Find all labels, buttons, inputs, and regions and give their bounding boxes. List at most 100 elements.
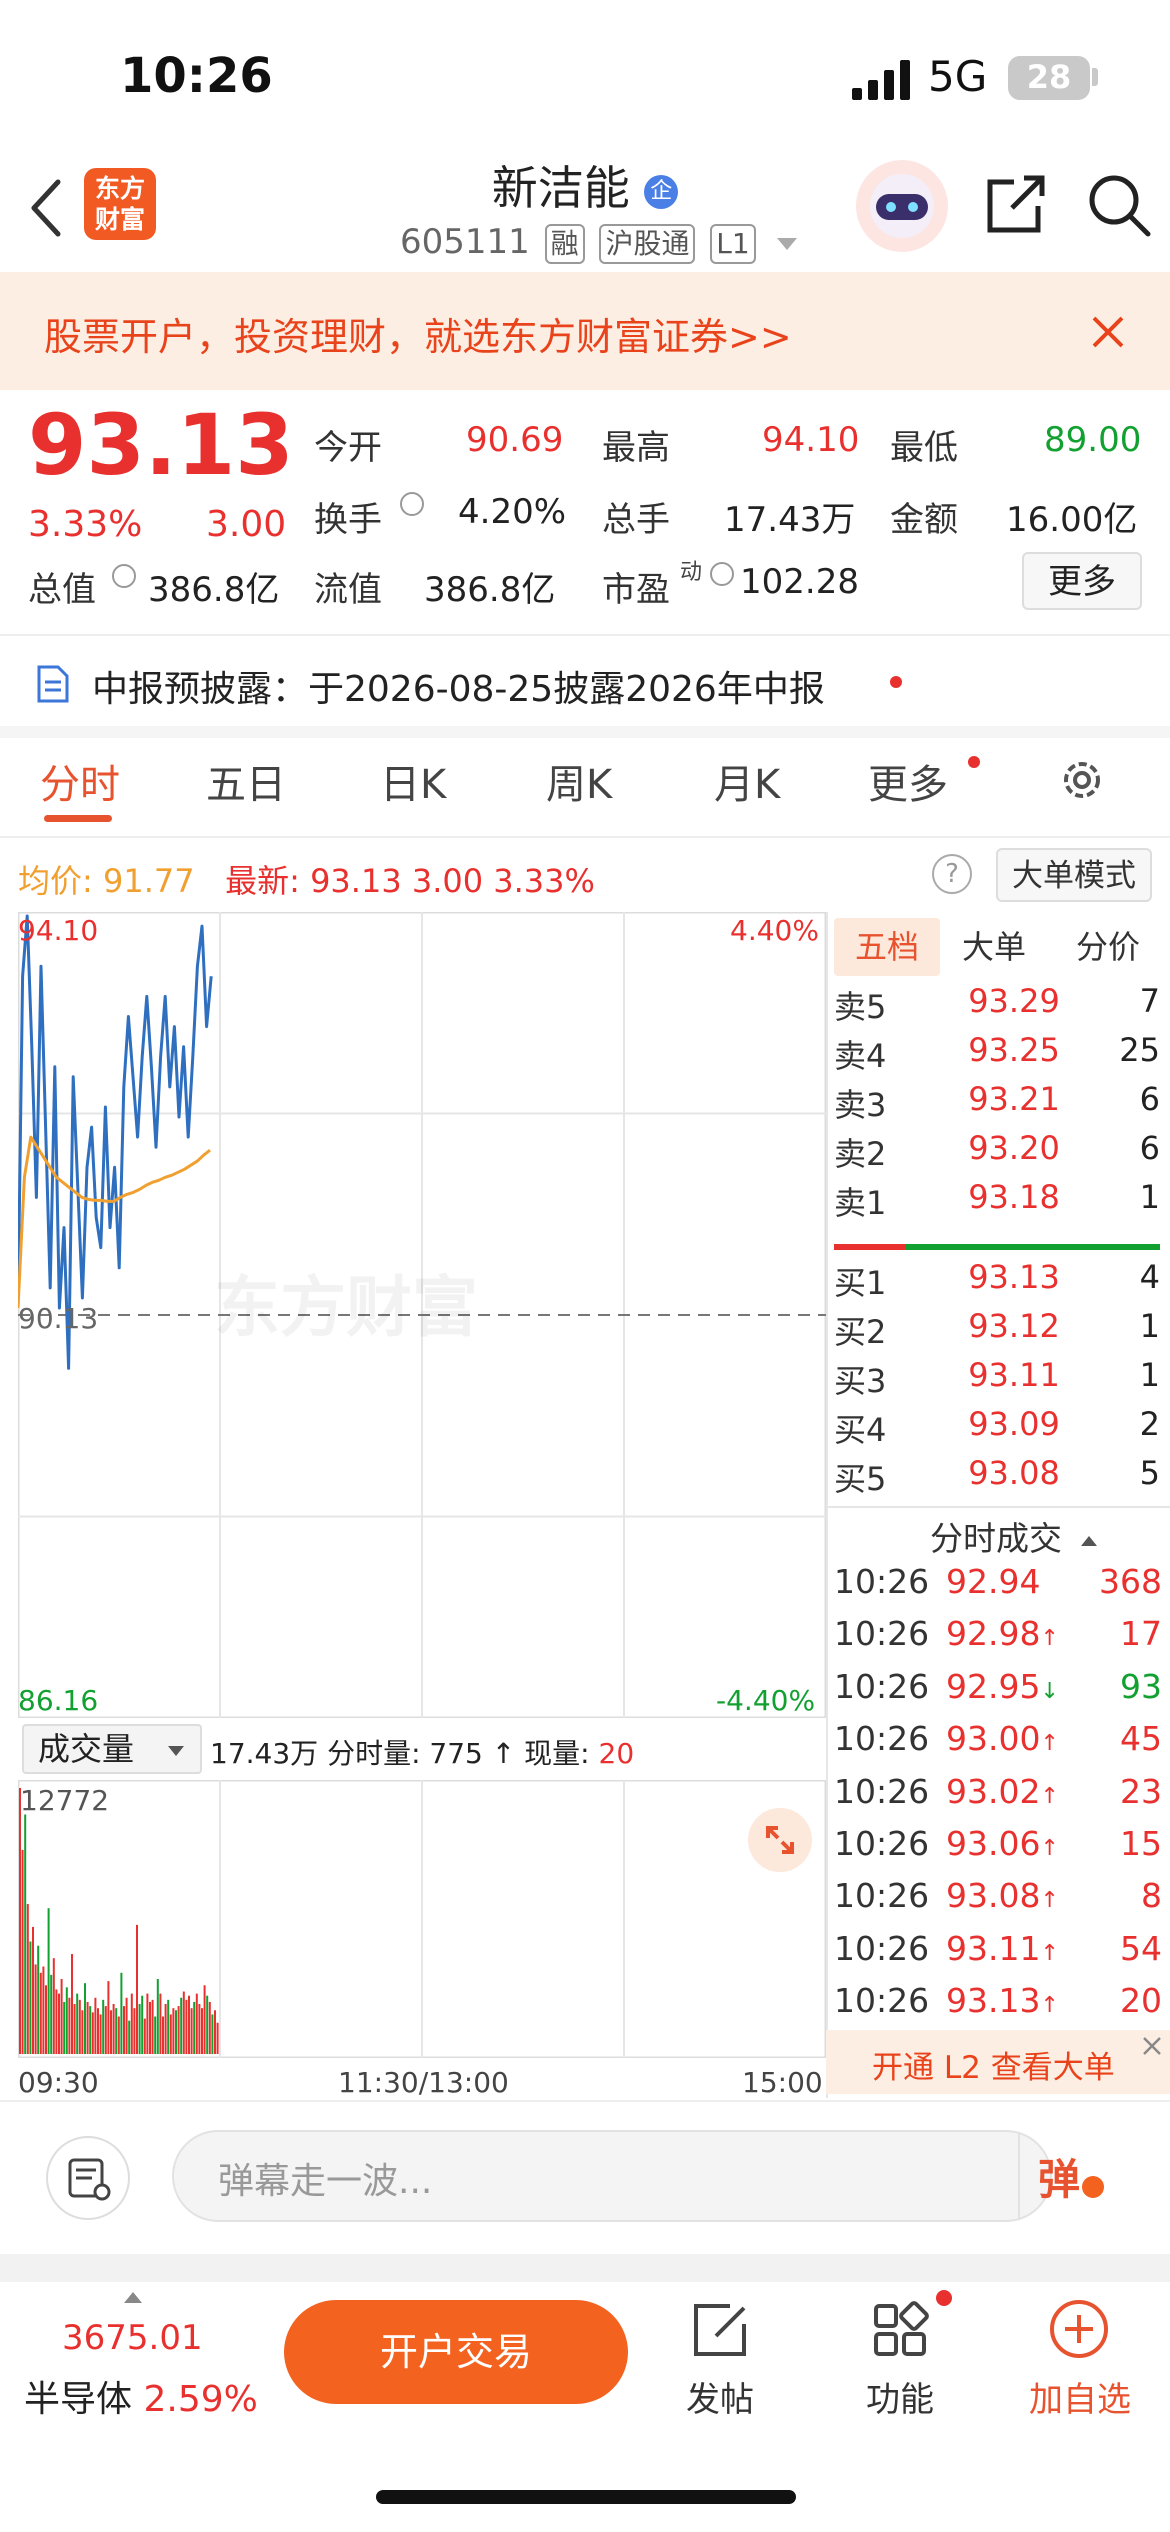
volume-bar: [162, 2016, 164, 2054]
avg-price-line: 均价: 91.77 最新: 93.13 3.00 3.33%: [18, 856, 595, 902]
notice-text[interactable]: 中报预披露：于2026-08-25披露2026年中报: [92, 660, 825, 712]
orderbook-tab-price[interactable]: 分价: [1076, 918, 1140, 976]
volume-bar: [78, 1999, 81, 2054]
tab-weekly-k[interactable]: 周K: [546, 752, 612, 810]
ask-volume: 6: [1139, 1129, 1160, 1167]
divider: [0, 634, 1170, 636]
avg-label: 均价:: [18, 862, 93, 900]
orderbook-tab-five[interactable]: 五档: [834, 918, 940, 976]
tab-daily-k[interactable]: 日K: [380, 752, 446, 810]
add-watchlist-icon[interactable]: [1048, 2298, 1110, 2360]
volume-bar: [156, 1979, 159, 2054]
sector-line[interactable]: 半导体 2.59%: [24, 2370, 258, 2422]
tab-intraday[interactable]: 分时: [40, 752, 120, 810]
comment-list-icon[interactable]: [46, 2136, 130, 2220]
ask-row[interactable]: 卖2 93.20 6: [834, 1129, 1160, 1177]
volume-bar: [151, 1999, 154, 2054]
bid-row[interactable]: 买4 93.09 2: [834, 1405, 1160, 1453]
more-button[interactable]: 更多: [1022, 552, 1142, 610]
expand-icon[interactable]: [748, 1808, 812, 1872]
volume-bar: [91, 2012, 94, 2054]
volume-bar: [167, 1999, 170, 2054]
robot-avatar-icon[interactable]: [856, 160, 948, 252]
big-order-mode-button[interactable]: 大单模式: [996, 848, 1152, 902]
bid-row[interactable]: 买3 93.11 1: [834, 1356, 1160, 1404]
dropdown-icon[interactable]: [776, 237, 797, 250]
index-value[interactable]: 3675.01: [62, 2318, 203, 2358]
volume-bar: [188, 1995, 190, 2054]
info-icon[interactable]: [400, 492, 424, 516]
x-tick-open: 09:30: [18, 2066, 99, 2099]
latest-label: 最新:: [225, 862, 300, 900]
ask-row[interactable]: 卖1 93.18 1: [834, 1178, 1160, 1226]
tab-more[interactable]: 更多: [868, 752, 948, 810]
volume-bar: [58, 1993, 60, 2054]
minute-volume-value: 775: [429, 1737, 483, 1770]
divider: [826, 1506, 1170, 1508]
help-icon[interactable]: ?: [932, 854, 972, 894]
volume-bar: [34, 1964, 37, 2054]
share-icon[interactable]: [984, 172, 1048, 236]
ask-price: 93.25: [968, 1031, 1060, 1069]
ask-label: 卖4: [834, 1037, 887, 1075]
bid-row[interactable]: 买5 93.08 5: [834, 1454, 1160, 1502]
ticks-title-label: 分时成交: [930, 1519, 1062, 1558]
bid-volume: 1: [1139, 1307, 1160, 1345]
tick-volume: 15: [1120, 1824, 1162, 1863]
nav-post[interactable]: 发帖: [650, 2372, 790, 2421]
grid-apps-icon[interactable]: [870, 2300, 930, 2360]
close-icon[interactable]: [1140, 2034, 1164, 2058]
bid-row[interactable]: 买2 93.12 1: [834, 1307, 1160, 1355]
divider: [0, 836, 1170, 838]
settings-gear-icon[interactable]: [1056, 754, 1108, 806]
danmu-input[interactable]: 弹幕走一波...: [172, 2130, 1052, 2222]
danmu-toggle-icon[interactable]: 弹: [1038, 2146, 1118, 2206]
y-high-label: 94.10: [18, 914, 99, 947]
turnover-label: 换手: [314, 500, 382, 540]
change-value: 3.00: [206, 504, 287, 545]
tab-monthly-k[interactable]: 月K: [714, 752, 780, 810]
tick-row: 10:26 93.06↑ 15: [834, 1824, 1162, 1876]
tick-row: 10:26 93.02↑ 23: [834, 1772, 1162, 1824]
volume-bar: [107, 1981, 110, 2054]
volume-bar: [97, 2008, 99, 2054]
search-icon[interactable]: [1086, 172, 1152, 238]
open-account-trade-button[interactable]: 开户交易: [284, 2300, 628, 2404]
tick-row: 10:26 92.98↑ 17: [834, 1614, 1162, 1666]
ticks-title[interactable]: 分时成交: [930, 1512, 1097, 1560]
tick-volume: 8: [1141, 1876, 1162, 1916]
bid-volume: 2: [1139, 1405, 1160, 1443]
orderbook-tab-big[interactable]: 大单: [962, 918, 1026, 976]
tick-row: 10:26 93.13↑ 20: [834, 1981, 1162, 2033]
stock-code: 605111: [400, 222, 530, 262]
info-icon[interactable]: [710, 562, 734, 586]
promo-banner-text[interactable]: 股票开户，投资理财，就选东方财富证券>>: [44, 306, 792, 361]
bid-row[interactable]: 买1 93.13 4: [834, 1258, 1160, 1306]
ask-row[interactable]: 卖4 93.25 25: [834, 1031, 1160, 1079]
nav-add-watchlist[interactable]: 加自选: [1010, 2372, 1150, 2421]
volume-bar: [37, 1945, 40, 2054]
bid-volume: 5: [1139, 1454, 1160, 1492]
info-icon[interactable]: [112, 564, 136, 588]
volume-bar: [201, 2008, 203, 2054]
tick-volume: 20: [1120, 1981, 1162, 2021]
sector-pct: 2.59%: [143, 2379, 258, 2420]
volume-bar: [216, 2022, 219, 2054]
tab-five-day[interactable]: 五日: [206, 752, 286, 810]
volume-chart[interactable]: [17, 1779, 827, 2059]
stock-subtitle[interactable]: 605111 融 沪股通 L1: [400, 222, 797, 264]
volume-bar: [138, 2004, 141, 2054]
close-icon[interactable]: [1088, 312, 1128, 352]
ask-row[interactable]: 卖3 93.21 6: [834, 1080, 1160, 1128]
volume-selector[interactable]: 成交量: [22, 1724, 202, 1774]
bid-price: 93.11: [968, 1356, 1060, 1394]
tick-row: 10:26 93.08↑ 8: [834, 1876, 1162, 1928]
l2-banner[interactable]: 开通 L2 查看大单: [826, 2030, 1170, 2094]
tick-volume: 54: [1120, 1928, 1162, 1968]
ask-row[interactable]: 卖5 93.29 7: [834, 982, 1160, 1030]
volume-bar: [21, 1849, 24, 2054]
nav-function[interactable]: 功能: [830, 2372, 970, 2421]
volume-bar: [65, 1987, 68, 2054]
compose-icon[interactable]: [690, 2300, 750, 2360]
battery-cap: [1092, 68, 1098, 86]
